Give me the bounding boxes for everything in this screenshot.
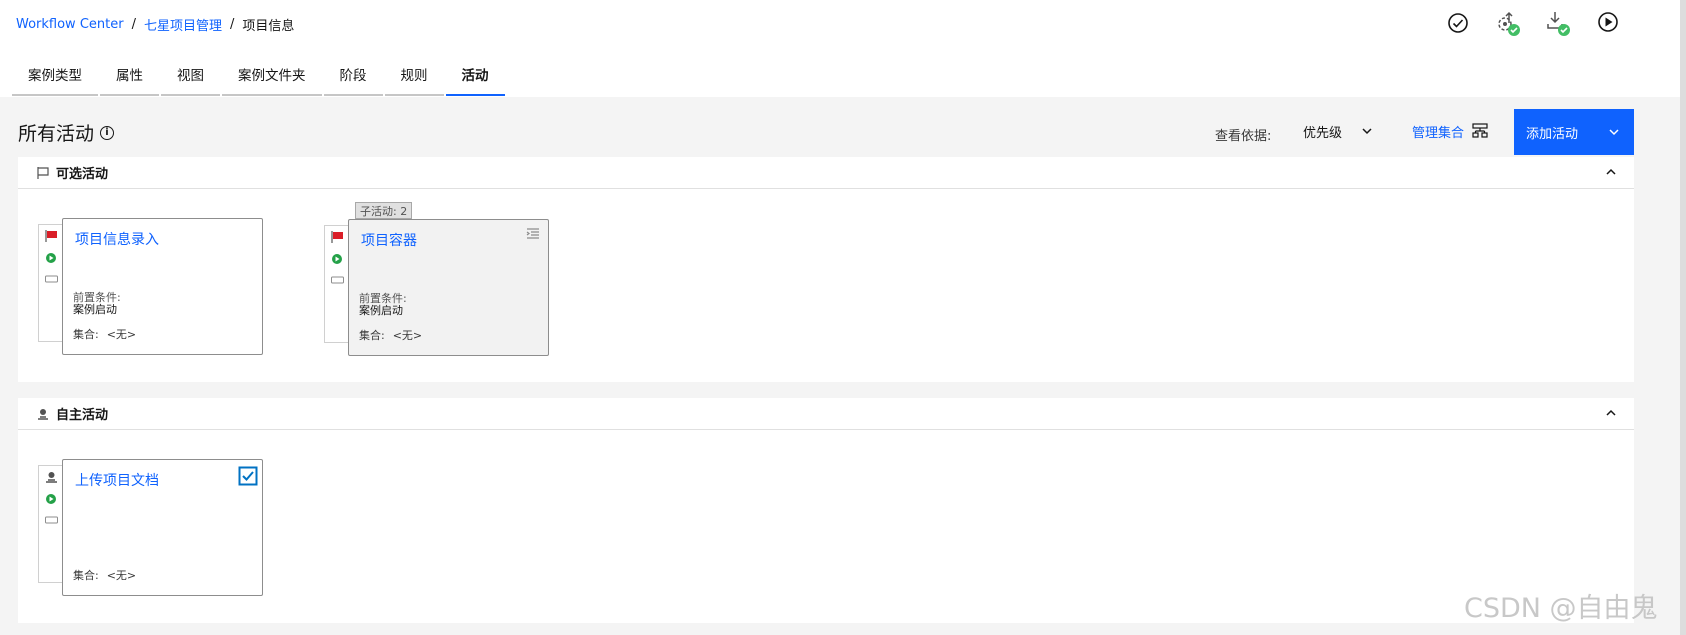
set-info: 集合: <无> <box>73 567 136 583</box>
set-value: <无> <box>106 569 137 582</box>
section-title: 自主活动 <box>56 408 109 423</box>
set-label: 集合: <box>73 328 99 341</box>
activity-title[interactable]: 项目信息录入 <box>75 229 159 249</box>
run-icon[interactable] <box>1595 10 1622 37</box>
activity-gear-icon[interactable] <box>45 493 58 505</box>
page-title: 所有活动 i <box>18 119 115 146</box>
precondition-value: 案例启动 <box>73 303 117 316</box>
red-flag-icon[interactable] <box>45 230 58 242</box>
checkbox-checked-icon[interactable] <box>238 466 258 486</box>
chevron-down-icon[interactable] <box>1608 126 1620 138</box>
flag-outline-icon <box>37 166 49 179</box>
view-by-dropdown[interactable]: 优先级 <box>1283 109 1383 153</box>
set-info: 集合: <无> <box>359 327 422 343</box>
tab-case-folders[interactable]: 案例文件夹 <box>222 63 322 96</box>
tab-case-type[interactable]: 案例类型 <box>12 63 98 96</box>
activity-title[interactable]: 上传项目文档 <box>75 470 159 490</box>
toggle-icon[interactable] <box>331 274 344 286</box>
set-info: 集合: <无> <box>73 326 136 342</box>
activity-card[interactable]: 项目容器 前置条件: 案例启动 集合: <无> <box>348 219 549 356</box>
tab-properties[interactable]: 属性 <box>100 63 159 96</box>
hierarchy-icon <box>1472 123 1488 138</box>
deploy-icon[interactable] <box>1545 10 1572 37</box>
toolbar-icons <box>1445 10 1622 37</box>
validate-icon[interactable] <box>1445 10 1472 37</box>
download-person-icon[interactable] <box>45 471 58 483</box>
toggle-icon[interactable] <box>45 273 58 285</box>
chevron-up-icon[interactable] <box>1604 165 1618 179</box>
activity-title[interactable]: 项目容器 <box>361 230 417 250</box>
activity-gear-icon[interactable] <box>45 252 58 264</box>
chevron-up-icon[interactable] <box>1604 406 1618 420</box>
top-bar: Workflow Center / 七星项目管理 / 项目信息 案例类型 属性 … <box>0 0 1686 97</box>
tab-bar: 案例类型 属性 视图 案例文件夹 阶段 规则 活动 <box>12 63 507 96</box>
list-icon[interactable] <box>526 228 540 240</box>
page-title-text: 所有活动 <box>18 123 95 145</box>
card-side-toolbar <box>38 465 62 583</box>
chevron-down-icon <box>1362 128 1372 135</box>
set-label: 集合: <box>73 569 99 582</box>
breadcrumb: Workflow Center / 七星项目管理 / 项目信息 <box>16 15 294 34</box>
card-side-toolbar <box>324 225 348 343</box>
set-value: <无> <box>106 328 137 341</box>
info-icon[interactable]: i <box>100 125 115 140</box>
breadcrumb-separator: / <box>230 17 235 32</box>
tab-activities[interactable]: 活动 <box>445 63 505 96</box>
set-value: <无> <box>392 329 423 342</box>
red-flag-icon[interactable] <box>331 231 344 243</box>
activity-card[interactable]: 项目信息录入 前置条件: 案例启动 集合: <无> <box>62 218 263 355</box>
publish-icon[interactable] <box>1495 10 1522 37</box>
section-title: 可选活动 <box>56 167 109 182</box>
scrollbar[interactable] <box>1680 0 1686 635</box>
manage-sets-button[interactable]: 管理集合 <box>1412 109 1488 153</box>
card-side-toolbar <box>38 224 62 342</box>
activity-card[interactable]: 上传项目文档 集合: <无> <box>62 459 263 596</box>
breadcrumb-project[interactable]: 七星项目管理 <box>144 15 222 34</box>
tab-stages[interactable]: 阶段 <box>323 63 383 96</box>
breadcrumb-current: 项目信息 <box>242 19 295 34</box>
download-person-icon <box>38 408 48 420</box>
manage-sets-label: 管理集合 <box>1412 125 1465 141</box>
activity-gear-icon[interactable] <box>331 253 344 265</box>
add-activity-button[interactable]: 添加活动 <box>1514 109 1634 155</box>
section-header[interactable]: 自主活动 <box>18 398 1634 430</box>
tab-views[interactable]: 视图 <box>161 63 220 96</box>
breadcrumb-separator: / <box>131 17 136 32</box>
precondition-value: 案例启动 <box>359 304 403 317</box>
set-label: 集合: <box>359 329 385 342</box>
section-header[interactable]: 可选活动 <box>18 157 1634 189</box>
add-activity-label: 添加活动 <box>1526 126 1579 142</box>
view-by-value: 优先级 <box>1303 125 1343 141</box>
watermark: CSDN @自由鬼 <box>1464 593 1658 624</box>
tab-rules[interactable]: 规则 <box>384 63 444 96</box>
toggle-icon[interactable] <box>45 514 58 526</box>
sub-activity-badge: 子活动: 2 <box>355 202 413 219</box>
breadcrumb-workflow-center[interactable]: Workflow Center <box>16 17 124 32</box>
view-by-label: 查看依据: <box>1215 129 1272 144</box>
